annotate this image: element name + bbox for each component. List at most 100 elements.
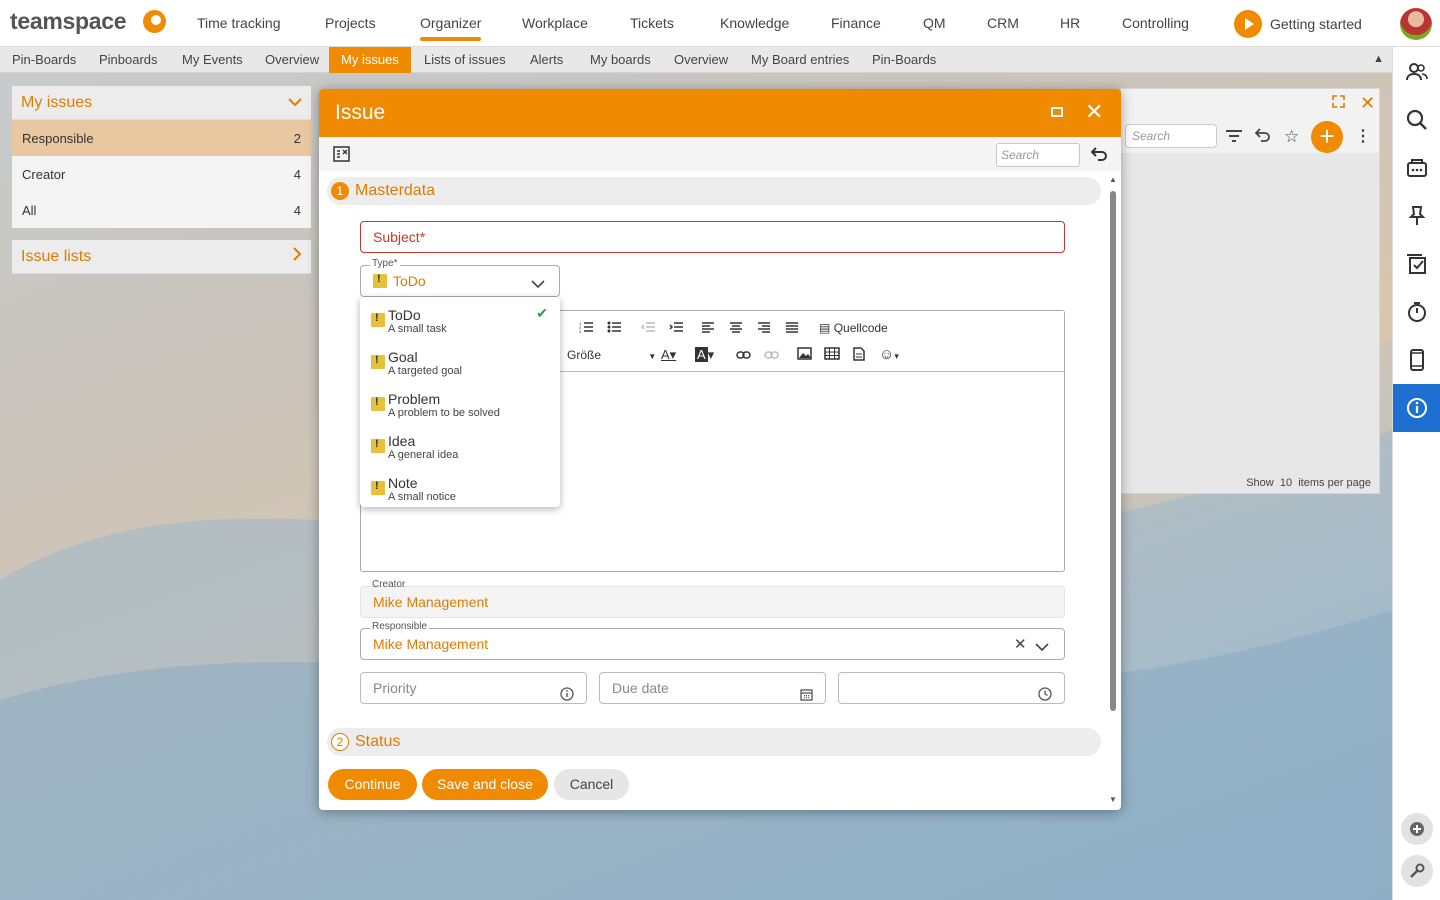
save-and-close-button[interactable]: Save and close xyxy=(422,769,548,800)
font-size-select[interactable]: Größe ▼ xyxy=(567,348,656,362)
list-search-input[interactable]: Search xyxy=(1125,124,1217,148)
section-title: Status xyxy=(355,733,401,750)
numbered-list-icon[interactable]: 123 xyxy=(579,321,593,336)
background-color-icon[interactable]: A ▾ xyxy=(695,347,714,363)
dialog-scrollbar[interactable]: ▲ ▼ xyxy=(1109,175,1117,805)
align-center-icon[interactable] xyxy=(729,321,743,336)
subnav-my-events[interactable]: My Events xyxy=(170,47,255,73)
nav-organizer[interactable]: Organizer xyxy=(420,0,482,47)
nav-hr[interactable]: HR xyxy=(1060,0,1080,47)
stopwatch-icon[interactable] xyxy=(1405,300,1429,324)
nav-workplace[interactable]: Workplace xyxy=(522,0,588,47)
tasks-icon[interactable] xyxy=(1405,252,1429,276)
unlink-icon[interactable] xyxy=(764,348,779,363)
align-right-icon[interactable] xyxy=(757,321,771,336)
issue-lists-header[interactable]: Issue lists xyxy=(12,240,311,274)
maximize-icon[interactable] xyxy=(1332,95,1345,111)
subnav-my-board-entries[interactable]: My Board entries xyxy=(739,47,861,73)
outdent-icon[interactable] xyxy=(640,321,655,336)
wrench-icon[interactable] xyxy=(1401,855,1433,887)
calendar-icon[interactable] xyxy=(800,681,813,711)
cancel-button[interactable]: Cancel xyxy=(554,769,629,800)
source-code-button[interactable]: ▤ Quellcode xyxy=(819,321,888,335)
filter-creator[interactable]: Creator 4 xyxy=(12,156,311,192)
subnav-my-issues[interactable]: My issues xyxy=(329,47,411,73)
add-circle-icon[interactable] xyxy=(1401,813,1433,845)
scroll-down-icon[interactable]: ▼ xyxy=(1109,795,1117,804)
document-icon[interactable] xyxy=(853,347,865,364)
nav-finance[interactable]: Finance xyxy=(831,0,881,47)
image-icon[interactable] xyxy=(797,347,812,363)
subnav-lists-of-issues[interactable]: Lists of issues xyxy=(412,47,518,73)
pin-icon[interactable] xyxy=(1405,204,1429,228)
getting-started-button[interactable]: Getting started xyxy=(1234,10,1362,38)
scroll-thumb[interactable] xyxy=(1110,191,1116,711)
nav-projects[interactable]: Projects xyxy=(325,0,376,47)
chevron-down-icon[interactable] xyxy=(1035,640,1049,655)
close-icon[interactable]: ✕ xyxy=(1360,93,1375,114)
type-option-note[interactable]: Note A small notice xyxy=(360,467,560,509)
form-layout-icon[interactable] xyxy=(333,146,350,165)
align-left-icon[interactable] xyxy=(701,321,715,336)
nav-time-tracking[interactable]: Time tracking xyxy=(197,0,281,47)
close-dialog-icon[interactable]: ✕ xyxy=(1085,99,1103,125)
type-option-todo[interactable]: ToDo A small task ✔ xyxy=(360,299,560,341)
type-option-goal[interactable]: Goal A targeted goal xyxy=(360,341,560,383)
table-icon[interactable] xyxy=(824,347,840,363)
avatar[interactable] xyxy=(1400,8,1432,40)
dialog-search-input[interactable]: Search xyxy=(996,143,1080,167)
filter-icon[interactable] xyxy=(1225,129,1243,146)
scroll-up-icon[interactable]: ▲ xyxy=(1109,175,1117,184)
due-time-field[interactable] xyxy=(838,672,1065,704)
bullet-list-icon[interactable] xyxy=(607,321,621,336)
nav-tickets[interactable]: Tickets xyxy=(630,0,674,47)
text-color-icon[interactable]: A▾ xyxy=(661,347,676,363)
add-button[interactable]: + xyxy=(1311,121,1343,153)
clock-icon[interactable] xyxy=(1038,681,1052,711)
restore-window-icon[interactable] xyxy=(1051,107,1063,117)
priority-field[interactable]: Priority xyxy=(360,672,587,704)
type-select[interactable]: ToDo xyxy=(360,265,560,297)
teamspace-logo[interactable]: teamspace xyxy=(10,8,127,35)
info-button[interactable] xyxy=(1393,384,1440,432)
filter-all[interactable]: All 4 xyxy=(12,192,311,228)
nav-qm[interactable]: QM xyxy=(923,0,946,47)
nav-crm[interactable]: CRM xyxy=(987,0,1019,47)
link-icon[interactable] xyxy=(736,348,751,363)
inbox-icon[interactable] xyxy=(1405,156,1429,180)
option-title: Goal xyxy=(388,349,418,365)
star-icon[interactable]: ☆ xyxy=(1284,127,1299,147)
indent-icon[interactable] xyxy=(669,321,683,336)
undo-icon[interactable] xyxy=(1254,127,1271,146)
search-icon[interactable] xyxy=(1405,108,1429,132)
per-page-value[interactable]: 10 xyxy=(1280,477,1292,489)
responsible-select[interactable]: Mike Management xyxy=(360,628,1065,660)
subnav-pin-boards-2[interactable]: Pin-Boards xyxy=(860,47,948,73)
type-option-idea[interactable]: Idea A general idea xyxy=(360,425,560,467)
collapse-icon[interactable]: ▲ xyxy=(1373,53,1384,65)
subnav-pin-boards[interactable]: Pin-Boards xyxy=(0,47,88,73)
undo-icon[interactable] xyxy=(1090,146,1108,165)
subnav-overview-2[interactable]: Overview xyxy=(662,47,740,73)
mobile-icon[interactable] xyxy=(1405,348,1429,372)
section-masterdata[interactable]: 1 Masterdata xyxy=(327,177,1101,205)
align-justify-icon[interactable] xyxy=(785,321,799,336)
subnav-my-boards[interactable]: My boards xyxy=(578,47,663,73)
subject-field[interactable]: Subject* xyxy=(360,221,1065,253)
my-issues-header[interactable]: My issues xyxy=(12,86,311,120)
subnav-pinboards[interactable]: Pinboards xyxy=(87,47,170,73)
clear-icon[interactable]: ✕ xyxy=(1014,635,1027,653)
type-option-problem[interactable]: Problem A problem to be solved xyxy=(360,383,560,425)
filter-responsible[interactable]: Responsible 2 xyxy=(12,120,311,156)
due-date-field[interactable]: Due date xyxy=(599,672,826,704)
nav-knowledge[interactable]: Knowledge xyxy=(720,0,789,47)
subnav-overview[interactable]: Overview xyxy=(253,47,331,73)
continue-button[interactable]: Continue xyxy=(328,769,417,800)
contacts-icon[interactable] xyxy=(1405,60,1429,84)
nav-controlling[interactable]: Controlling xyxy=(1122,0,1189,47)
subnav-alerts[interactable]: Alerts xyxy=(518,47,575,73)
more-vert-icon[interactable]: ⋮ xyxy=(1355,126,1371,146)
emoji-icon[interactable]: ☺▾ xyxy=(879,346,899,363)
filter-count: 4 xyxy=(293,166,301,182)
section-status[interactable]: 2 Status xyxy=(327,728,1101,756)
